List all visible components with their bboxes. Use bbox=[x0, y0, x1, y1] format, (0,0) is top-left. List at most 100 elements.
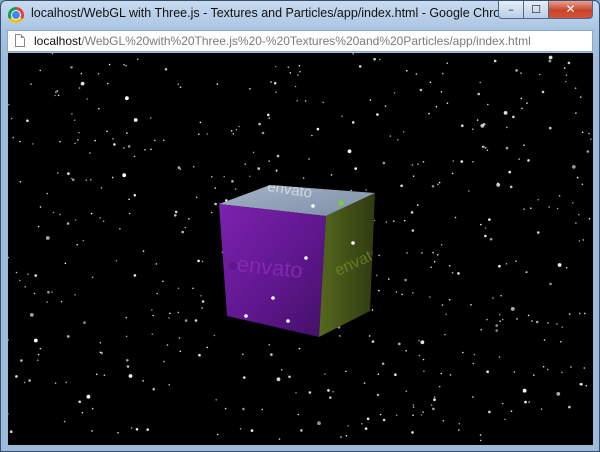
star-particle bbox=[480, 123, 485, 128]
star-particle bbox=[373, 219, 376, 222]
star-particle bbox=[126, 359, 129, 362]
star-particle bbox=[389, 135, 392, 137]
minimize-button[interactable]: – bbox=[498, 1, 524, 19]
star-particle bbox=[351, 121, 355, 124]
star-particle bbox=[302, 177, 305, 179]
star-particle bbox=[568, 405, 571, 409]
star-particle bbox=[549, 282, 552, 286]
star-particle bbox=[214, 187, 216, 189]
star-particle bbox=[578, 240, 581, 242]
star-particle bbox=[404, 278, 407, 282]
browser-window: localhost/WebGL with Three.js - Textures… bbox=[0, 0, 600, 452]
star-particle bbox=[133, 274, 137, 277]
star-particle bbox=[479, 434, 482, 436]
star-particle bbox=[398, 342, 401, 346]
star-particle bbox=[556, 323, 558, 325]
star-particle bbox=[430, 266, 433, 269]
star-particle bbox=[70, 66, 73, 69]
star-particle bbox=[484, 234, 487, 238]
star-particle bbox=[556, 207, 559, 210]
url-text[interactable]: localhost/WebGL%20with%20Three.js%20-%20… bbox=[34, 34, 531, 48]
star-particle bbox=[448, 265, 451, 267]
star-particle bbox=[179, 86, 182, 88]
star-particle bbox=[19, 181, 22, 183]
star-particle bbox=[590, 138, 592, 140]
star-particle bbox=[268, 117, 271, 119]
star-particle bbox=[578, 312, 581, 315]
star-particle bbox=[400, 184, 403, 188]
star-particle bbox=[19, 140, 21, 143]
star-particle bbox=[60, 300, 63, 303]
star-particle bbox=[330, 174, 333, 176]
maximize-button[interactable]: ☐ bbox=[524, 1, 549, 19]
star-particle bbox=[174, 214, 177, 217]
star-particle bbox=[411, 431, 414, 434]
maximize-icon: ☐ bbox=[531, 3, 541, 16]
star-particle bbox=[518, 158, 520, 160]
star-particle bbox=[216, 83, 219, 85]
star-particle bbox=[495, 329, 499, 332]
star-particle bbox=[33, 338, 38, 343]
star-particle bbox=[451, 272, 454, 274]
star-particle bbox=[12, 136, 15, 139]
title-bar[interactable]: localhost/WebGL with Three.js - Textures… bbox=[1, 1, 599, 29]
star-particle bbox=[437, 183, 439, 186]
chrome-icon bbox=[8, 7, 24, 23]
star-particle bbox=[397, 139, 399, 141]
star-particle bbox=[238, 125, 240, 128]
close-button[interactable]: ✕ bbox=[549, 1, 593, 19]
star-particle bbox=[296, 100, 299, 102]
star-particle bbox=[230, 130, 233, 132]
star-particle bbox=[345, 435, 348, 437]
star-particle bbox=[181, 230, 184, 234]
star-particle bbox=[376, 113, 379, 116]
star-particle bbox=[361, 422, 363, 425]
page-icon bbox=[15, 34, 25, 47]
star-particle bbox=[201, 260, 204, 263]
star-particle bbox=[45, 236, 50, 240]
star-particle bbox=[438, 385, 441, 388]
star-particle bbox=[123, 147, 125, 149]
star-particle bbox=[192, 287, 194, 290]
star-particle bbox=[201, 300, 205, 303]
star-particle bbox=[484, 227, 487, 229]
star-particle bbox=[77, 139, 79, 141]
star-particle bbox=[546, 368, 549, 371]
star-particle bbox=[412, 292, 414, 294]
star-particle bbox=[94, 139, 96, 142]
star-particle bbox=[503, 111, 508, 115]
star-particle bbox=[99, 217, 101, 219]
star-particle bbox=[125, 96, 129, 101]
star-particle bbox=[90, 212, 93, 215]
star-particle bbox=[583, 367, 586, 369]
star-particle bbox=[179, 350, 182, 353]
star-particle bbox=[317, 421, 321, 426]
star-particle bbox=[23, 381, 26, 384]
star-particle bbox=[347, 149, 352, 154]
star-particle bbox=[454, 216, 457, 219]
star-particle bbox=[322, 101, 325, 104]
star-particle bbox=[520, 97, 523, 100]
star-particle bbox=[268, 160, 271, 162]
star-particle bbox=[200, 295, 202, 297]
star-particle bbox=[488, 218, 491, 221]
star-particle bbox=[480, 329, 483, 331]
star-particle bbox=[395, 414, 398, 417]
star-particle bbox=[379, 413, 382, 416]
star-particle bbox=[211, 176, 213, 178]
star-particle bbox=[582, 239, 584, 241]
star-particle bbox=[289, 72, 292, 74]
star-particle bbox=[431, 185, 435, 188]
star-particle bbox=[406, 70, 408, 72]
star-particle bbox=[521, 107, 523, 110]
star-particle bbox=[510, 410, 513, 413]
address-bar[interactable]: localhost/WebGL%20with%20Three.js%20-%20… bbox=[7, 30, 593, 52]
star-particle bbox=[162, 280, 164, 283]
star-particle bbox=[565, 80, 567, 83]
star-particle bbox=[499, 320, 501, 323]
star-particle bbox=[378, 254, 380, 257]
star-particle bbox=[215, 399, 217, 401]
star-particle bbox=[543, 339, 546, 341]
star-particle bbox=[54, 94, 56, 97]
webgl-canvas[interactable]: envato envato envato bbox=[8, 53, 593, 445]
